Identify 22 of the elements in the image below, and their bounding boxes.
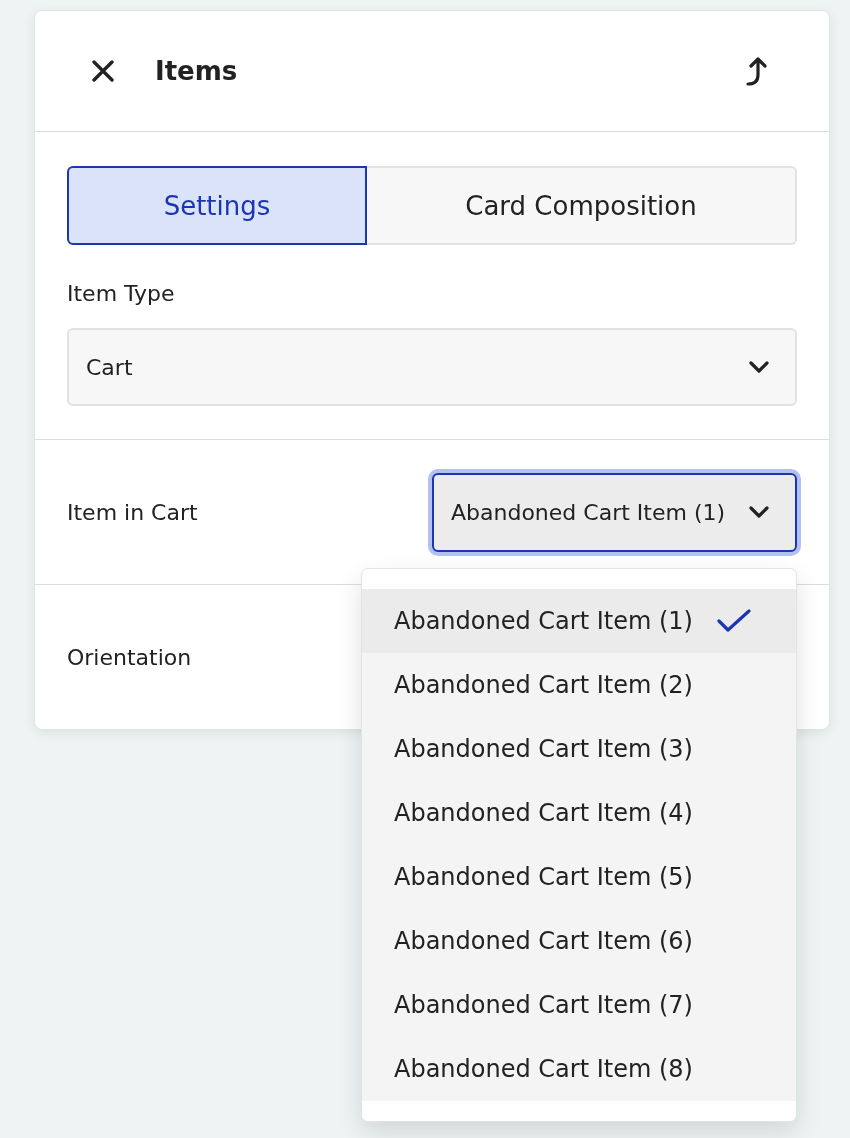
- tab[interactable]: Settings: [67, 166, 367, 245]
- field-label: Item in Cart: [67, 499, 198, 525]
- tab[interactable]: Card Composition: [367, 166, 797, 245]
- dropdown-option[interactable]: Abandoned Cart Item (6): [362, 908, 796, 973]
- dropdown-option[interactable]: Abandoned Cart Item (3): [362, 716, 796, 781]
- share-button[interactable]: [746, 56, 770, 86]
- checkmark-icon: [716, 608, 751, 633]
- field-label: Item Type: [67, 281, 175, 306]
- chevron-down-icon: [749, 506, 769, 518]
- field-label: Orientation: [67, 644, 192, 670]
- chevron-down-icon: [749, 361, 769, 373]
- panel-title: Items: [155, 56, 238, 86]
- item-type-select[interactable]: Cart: [67, 328, 797, 406]
- dropdown-option[interactable]: Abandoned Cart Item (2): [362, 652, 796, 717]
- dropdown-option[interactable]: Abandoned Cart Item (8): [362, 1036, 796, 1101]
- dropdown-option[interactable]: Abandoned Cart Item (5): [362, 844, 796, 909]
- dropdown-option[interactable]: Abandoned Cart Item (4): [362, 780, 796, 845]
- curved-arrow-up-icon: [746, 56, 770, 86]
- dropdown-option[interactable]: Abandoned Cart Item (7): [362, 972, 796, 1037]
- close-icon: [92, 60, 114, 82]
- dropdown-option[interactable]: Abandoned Cart Item (1): [362, 588, 796, 653]
- close-button[interactable]: [92, 60, 114, 82]
